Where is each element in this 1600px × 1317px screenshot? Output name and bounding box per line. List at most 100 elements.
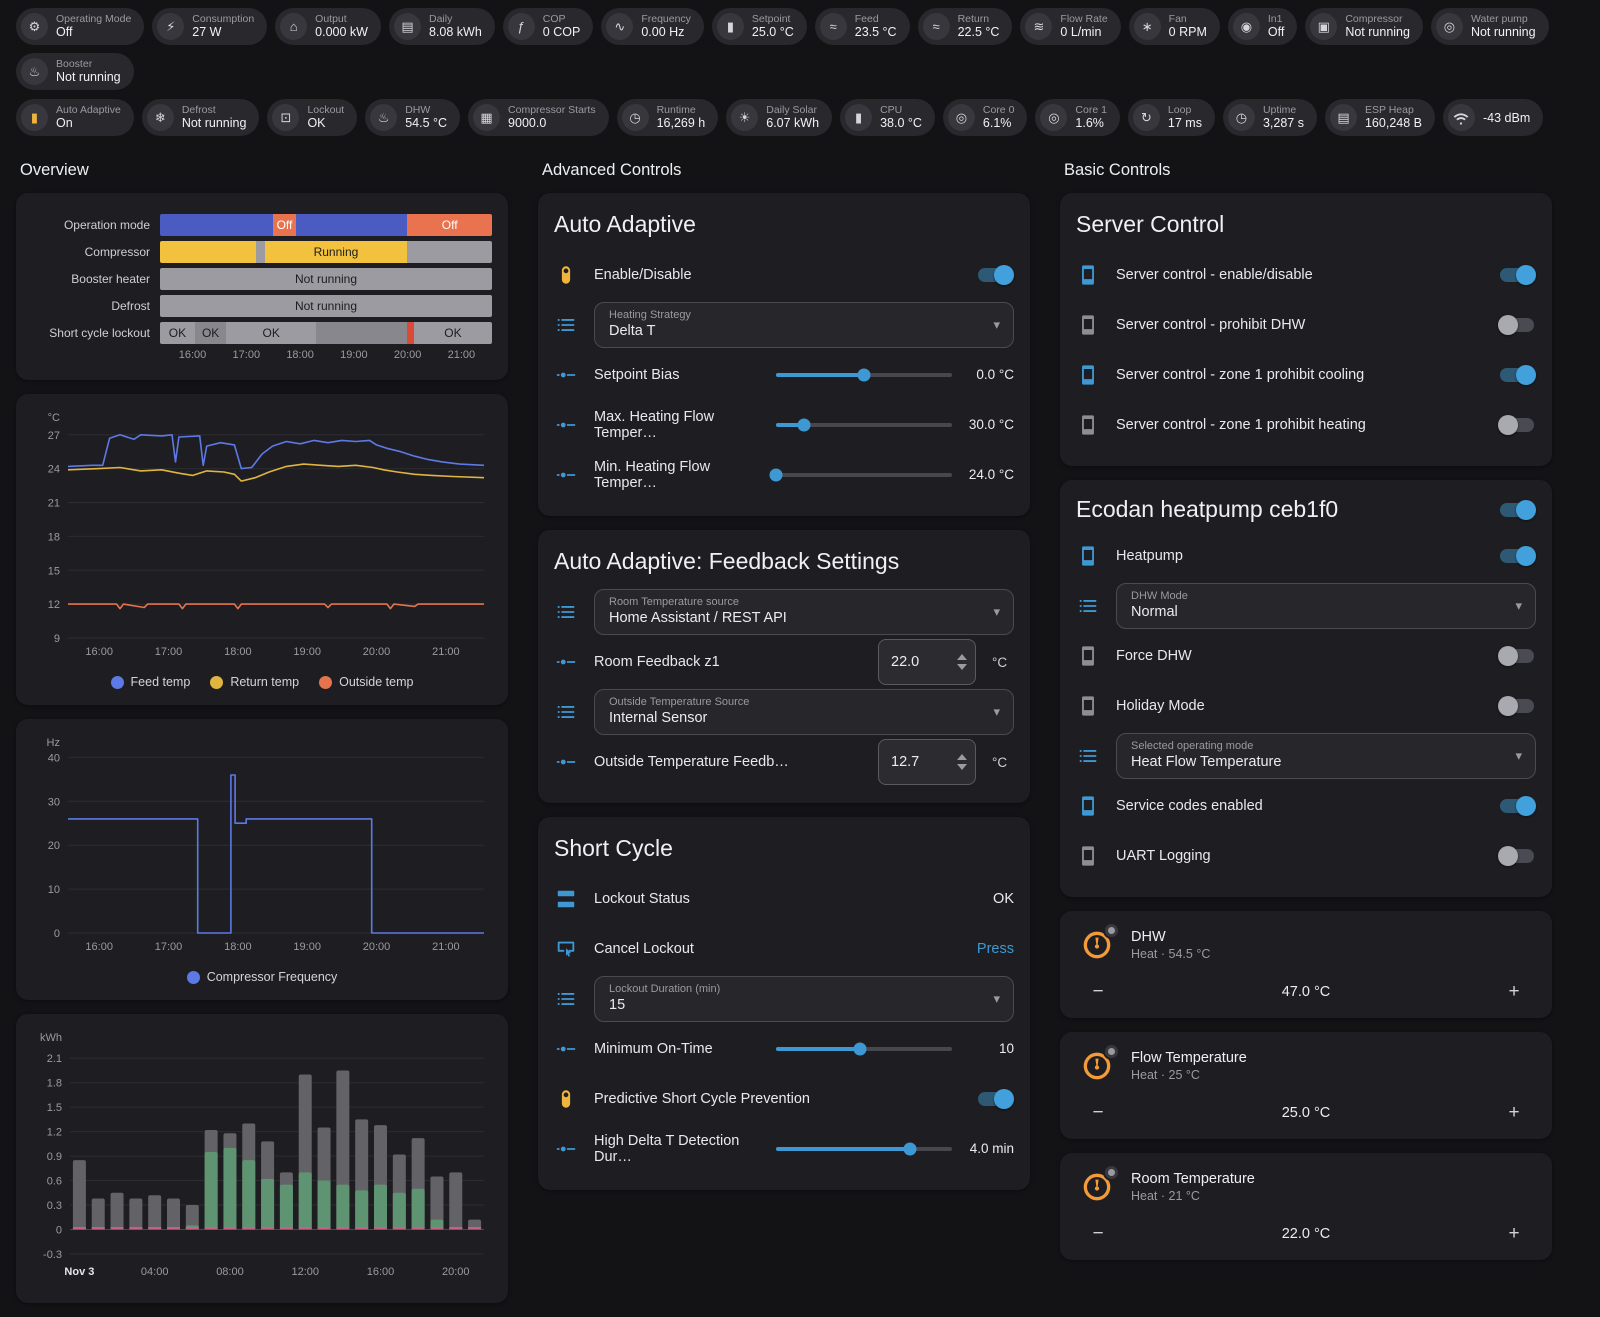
timeline-segment[interactable]: [407, 241, 492, 263]
timeline-segment[interactable]: [160, 214, 273, 236]
temperature-chart-card: 27 24 21 18 15 12 9 16:00 17:00 18:00 19:00 20:00 21…: [16, 394, 508, 705]
predictive-prevention-toggle[interactable]: [976, 1089, 1014, 1109]
ecodan-card-toggle[interactable]: [1498, 499, 1536, 520]
chip-frequency[interactable]: ∿ Frequency 0.00 Hz: [601, 8, 704, 45]
lockout-duration-select[interactable]: Lockout Duration (min) 15 ▾: [594, 976, 1014, 1022]
holiday-mode-row: Holiday Mode: [1076, 681, 1536, 731]
chip-dhw[interactable]: ♨ DHW 54.5 °C: [365, 99, 461, 136]
chip-flow-rate[interactable]: ≋ Flow Rate 0 L/min: [1020, 8, 1121, 45]
slider-icon: [554, 650, 578, 674]
chip-consumption[interactable]: ⚡ Consumption 27 W: [152, 8, 268, 45]
timeline-segment[interactable]: Not running: [160, 295, 492, 317]
increment-button[interactable]: [957, 754, 967, 760]
timeline-segment[interactable]: Running: [264, 241, 408, 263]
enable-disable-toggle[interactable]: [976, 265, 1014, 285]
high-delta-t-slider[interactable]: [776, 1141, 952, 1157]
temp-decrease-button[interactable]: −: [1076, 981, 1120, 1003]
legend-item[interactable]: Outside temp: [319, 675, 413, 689]
temperature-history-chart[interactable]: 27 24 21 18 15 12 9 16:00 17:00 18:00 19:00 20:00 21…: [32, 410, 490, 662]
chip-booster[interactable]: ♨ Booster Not running: [16, 53, 134, 90]
setpoint-bias-slider[interactable]: [776, 367, 952, 383]
legend-dot: [319, 675, 333, 689]
timeline-segment[interactable]: [256, 241, 265, 263]
timeline-segment[interactable]: [160, 241, 257, 263]
temp-increase-button[interactable]: +: [1492, 981, 1536, 1003]
timeline-segment[interactable]: OK: [226, 322, 317, 344]
outside-feedback-input[interactable]: 12.7: [878, 739, 976, 785]
chip-setpoint[interactable]: ▮ Setpoint 25.0 °C: [711, 8, 807, 45]
temp-decrease-button[interactable]: −: [1076, 1223, 1120, 1245]
service-codes-toggle[interactable]: [1498, 796, 1536, 816]
chevron-down-icon: ▾: [993, 704, 1000, 719]
holiday-mode-toggle[interactable]: [1498, 696, 1536, 716]
decrement-button[interactable]: [957, 664, 967, 670]
chip-operating-mode[interactable]: ⚙ Operating Mode Off: [16, 8, 145, 45]
chip-wifi[interactable]: -43 dBm: [1442, 99, 1544, 136]
timeline-segment[interactable]: OK: [413, 322, 492, 344]
chip-fan[interactable]: ∗ Fan 0 RPM: [1128, 8, 1220, 45]
chip-auto-adaptive[interactable]: ▮ Auto Adaptive On: [16, 99, 134, 136]
chip-label: Auto Adaptive: [56, 103, 121, 116]
chip-water-pump[interactable]: ◎ Water pump Not running: [1430, 8, 1549, 45]
timeline-segment[interactable]: [296, 214, 408, 236]
dhw-mode-select[interactable]: DHW Mode Normal ▾: [1116, 583, 1536, 629]
heatpump-toggle[interactable]: [1498, 546, 1536, 566]
temp-increase-button[interactable]: +: [1492, 1223, 1536, 1245]
outside-temp-source-select[interactable]: Outside Temperature Source Internal Sens…: [594, 689, 1014, 735]
min-heating-flow-slider[interactable]: [769, 467, 952, 483]
chip-loop[interactable]: ↻ Loop 17 ms: [1127, 99, 1215, 136]
server-control-toggle[interactable]: [1498, 265, 1536, 285]
legend-item[interactable]: Return temp: [210, 675, 299, 689]
hot-water-icon: ♨: [370, 104, 398, 131]
climate-cards: DHW Heat · 54.5 °C −47.0 °C + Flow Temperatu…: [1060, 911, 1552, 1260]
chip-cpu[interactable]: ▮ CPU 38.0 °C: [840, 99, 935, 136]
legend-item[interactable]: Feed temp: [110, 675, 190, 689]
chip-in1[interactable]: ◉ In1 Off: [1227, 8, 1298, 45]
chip-value: Not running: [56, 70, 121, 85]
chip-core1[interactable]: ◎ Core 1 1.6%: [1035, 99, 1120, 136]
timeline-segment[interactable]: Off: [272, 214, 297, 236]
decrement-button[interactable]: [957, 764, 967, 770]
chip-feed[interactable]: ≈ Feed 23.5 °C: [814, 8, 910, 45]
chip-compressor[interactable]: ▣ Compressor Not running: [1305, 8, 1423, 45]
server-control-toggle[interactable]: [1498, 365, 1536, 385]
chip-daily-solar[interactable]: ☀ Daily Solar 6.07 kWh: [726, 99, 833, 136]
increment-button[interactable]: [957, 654, 967, 660]
operating-mode-select[interactable]: Selected operating mode Heat Flow Temper…: [1116, 733, 1536, 779]
chip-core0[interactable]: ◎ Core 0 6.1%: [942, 99, 1028, 136]
chip-value: 17 ms: [1167, 116, 1202, 131]
chip-runtime[interactable]: ◷ Runtime 16,269 h: [616, 99, 719, 136]
chip-uptime[interactable]: ◷ Uptime 3,287 s: [1222, 99, 1317, 136]
uart-logging-toggle[interactable]: [1498, 846, 1536, 866]
chip-cop[interactable]: ƒ COP 0 COP: [502, 8, 594, 45]
chip-daily-energy[interactable]: ▤ Daily 8.08 kWh: [388, 8, 495, 45]
server-control-toggle[interactable]: [1498, 315, 1536, 335]
hourly-energy-chart[interactable]: 2.1 1.8 1.5 1.2 0.9 0.6 0.3 0 -0.3 kWh Nov 3 04:00 0…: [32, 1030, 490, 1282]
chip-output[interactable]: ⌂ Output 0.000 kW: [275, 8, 381, 45]
minimum-on-time-slider[interactable]: [776, 1041, 952, 1057]
chip-return[interactable]: ≈ Return 22.5 °C: [917, 8, 1013, 45]
chip-lockout[interactable]: ⊡ Lockout OK: [267, 99, 358, 136]
room-feedback-input[interactable]: 22.0: [878, 639, 976, 685]
heating-strategy-select[interactable]: Heating Strategy Delta T ▾: [594, 302, 1014, 348]
slider-icon: [554, 1137, 578, 1161]
room-temp-source-select[interactable]: Room Temperature source Home Assistant /…: [594, 589, 1014, 635]
temp-increase-button[interactable]: +: [1492, 1102, 1536, 1124]
timeline-segment[interactable]: OK: [194, 322, 227, 344]
timeline-segment[interactable]: Off: [407, 214, 492, 236]
chip-defrost[interactable]: ❄ Defrost Not running: [141, 99, 260, 136]
temp-decrease-button[interactable]: −: [1076, 1102, 1120, 1124]
legend-item[interactable]: Compressor Frequency: [186, 970, 337, 984]
max-heating-flow-slider[interactable]: [776, 417, 952, 433]
server-control-toggle[interactable]: [1498, 415, 1536, 435]
timeline-segment[interactable]: [316, 322, 408, 344]
force-dhw-toggle[interactable]: [1498, 646, 1536, 666]
chip-compressor-starts[interactable]: ▦ Compressor Starts 9000.0: [468, 99, 609, 136]
sun-icon: ☀: [731, 104, 759, 131]
cancel-lockout-press-button[interactable]: Press: [977, 941, 1014, 957]
compressor-frequency-chart[interactable]: 40 30 20 10 0 16:00 17:00 18:00 19:00 20:00 21:00 H…: [32, 735, 490, 957]
timeline-segment[interactable]: OK: [160, 322, 195, 344]
chip-esp-heap[interactable]: ▤ ESP Heap 160,248 B: [1324, 99, 1435, 136]
timeline-segment[interactable]: Not running: [160, 268, 492, 290]
timeline-segment[interactable]: [407, 322, 414, 344]
